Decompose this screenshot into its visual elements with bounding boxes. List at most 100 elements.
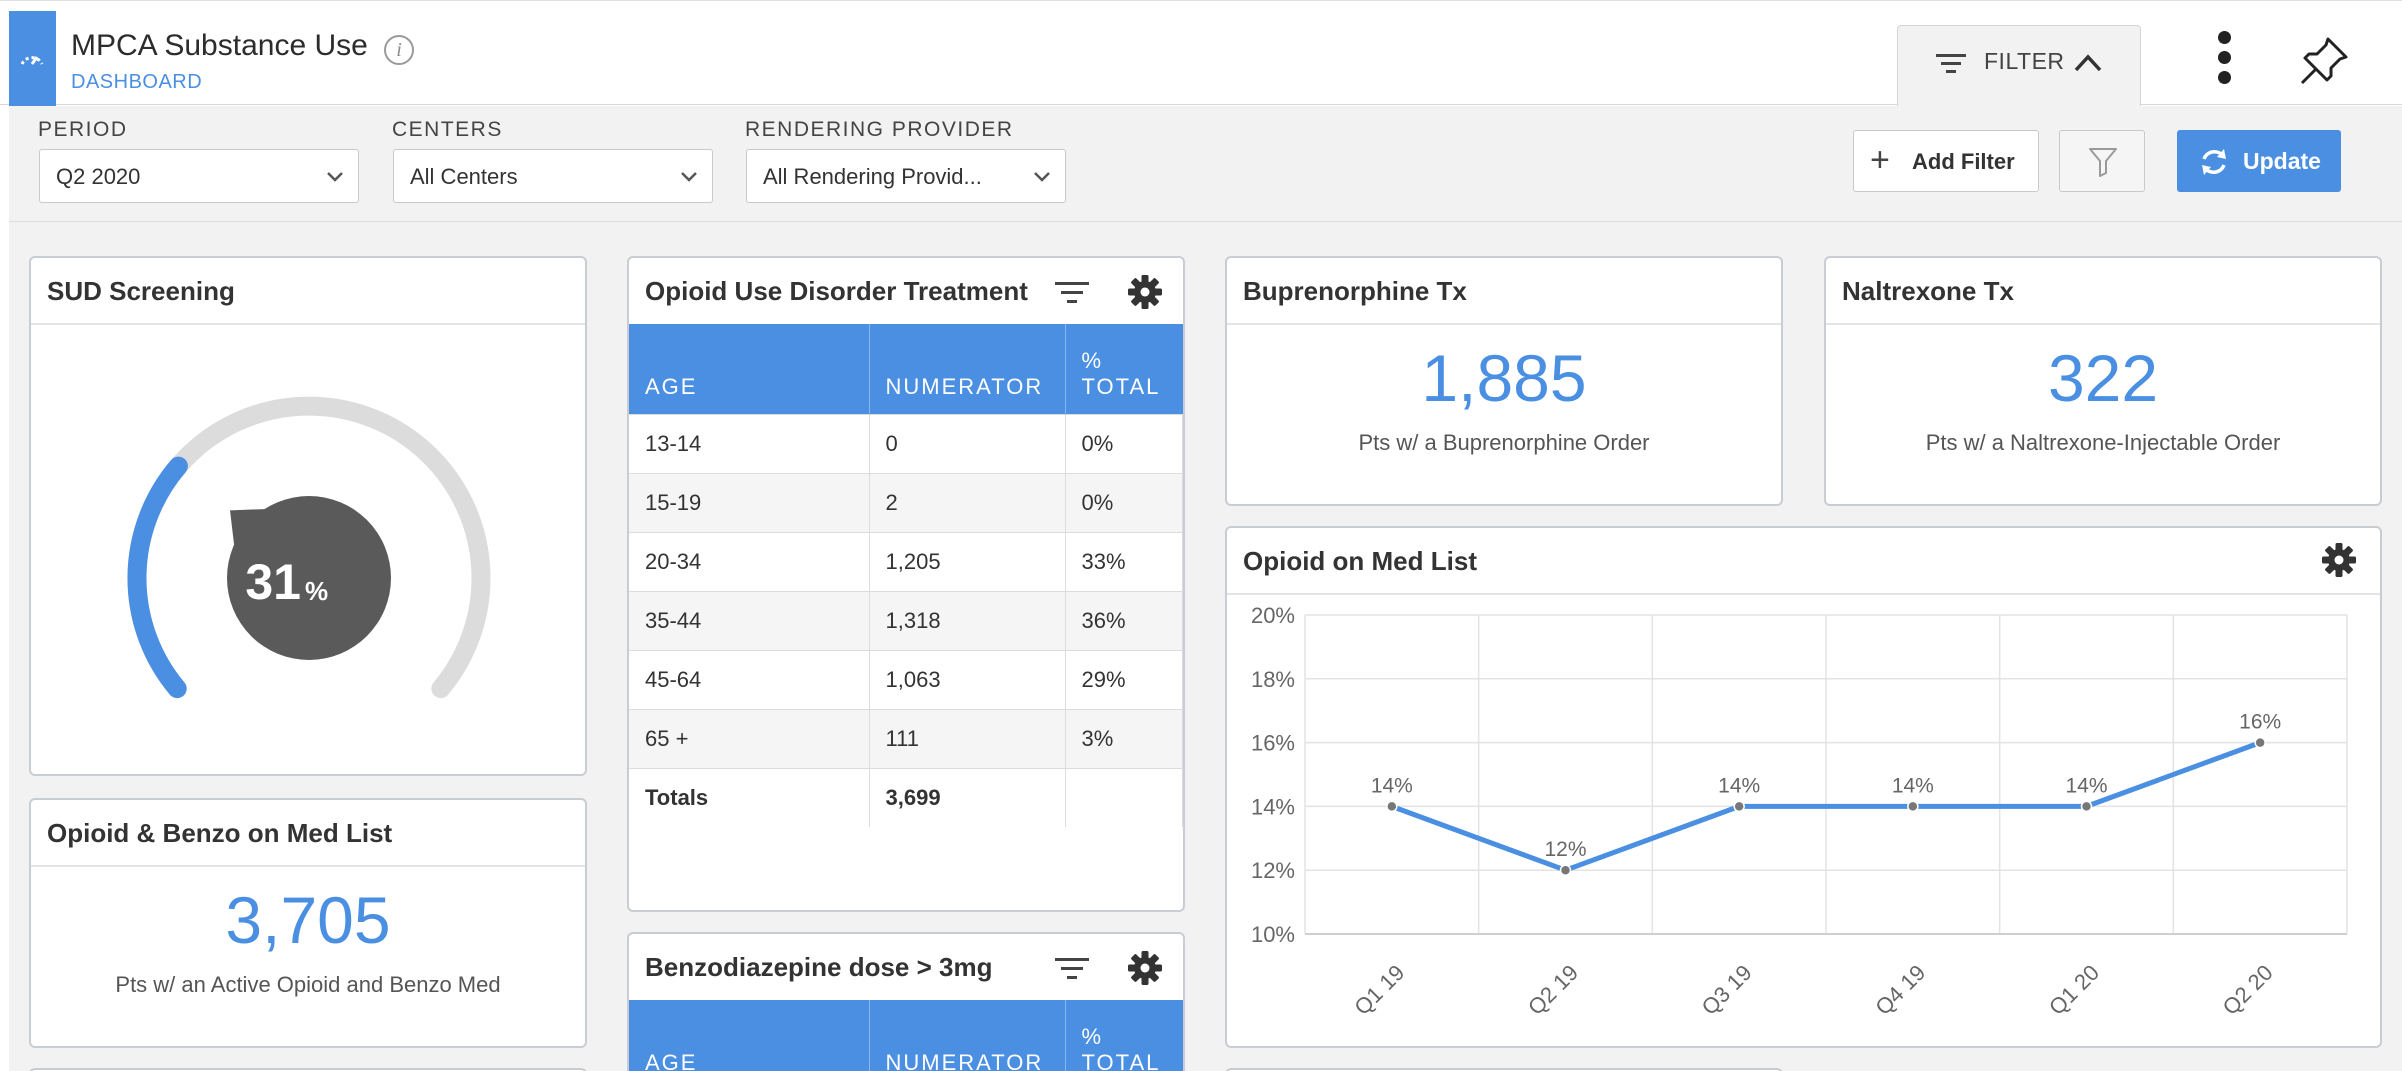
col-age: AGE: [629, 324, 870, 414]
x-tick-label: Q2 20: [2218, 960, 2278, 1020]
oud-table: AGE NUMERATOR % TOTAL 13-14 0 0% 15-19 2 0% 2…: [629, 324, 1183, 827]
table-row: 45-64 1,063 29%: [629, 649, 1183, 709]
data-label: 14%: [1892, 774, 1934, 797]
cell-totals-label: Totals: [629, 767, 870, 827]
col-percent-total: % TOTAL: [1065, 1000, 1183, 1071]
y-tick-label: 10%: [1251, 922, 1295, 947]
benzo-dose-card: Benzodiazepine dose > 3mg AGE NUMERATOR: [627, 932, 1185, 1071]
filter-lines-icon: [1936, 54, 1966, 73]
cell-percent: 33%: [1065, 531, 1183, 591]
data-label: 14%: [1718, 774, 1760, 797]
chevron-up-icon: [2074, 54, 2102, 72]
buprenorphine-value: 1,885: [1421, 341, 1587, 415]
col-percent-symbol: %: [1081, 1024, 1104, 1049]
opioid-med-list-chart: 20% 18% 16% 14% 12% 10% 14% 12% 14% 14% 14% 16% Q1 1…: [1251, 603, 2348, 1020]
filter-bar: PERIOD Q2 2020 CENTERS All Centers RENDE…: [9, 106, 2402, 222]
table-row: 35-44 1,318 36%: [629, 590, 1183, 650]
filter-toggle-tab[interactable]: FILTER: [1897, 25, 2141, 107]
funnel-filter-button[interactable]: [2059, 130, 2145, 192]
gear-icon[interactable]: [1127, 274, 1163, 310]
buprenorphine-caption: Pts w/ a Buprenorphine Order: [1358, 430, 1650, 455]
gauge-value: 31: [245, 554, 301, 610]
x-tick-label: Q1 19: [1349, 960, 1409, 1020]
chevron-down-icon: [681, 172, 697, 182]
kebab-menu-icon[interactable]: [2214, 31, 2234, 87]
provider-select[interactable]: All Rendering Provid...: [746, 149, 1066, 203]
provider-label: RENDERING PROVIDER: [745, 118, 1014, 141]
cell-percent: 3%: [1065, 708, 1183, 768]
centers-select[interactable]: All Centers: [393, 149, 713, 203]
cell-percent: 29%: [1065, 649, 1183, 709]
data-point: [1733, 800, 1745, 813]
card-title: SUD Screening: [47, 276, 235, 306]
funnel-icon: [2089, 148, 2117, 177]
page-subtitle[interactable]: DASHBOARD: [71, 71, 202, 94]
centers-label: CENTERS: [392, 118, 503, 141]
dashboard-content: SUD Screening 31 % Opioid & Benzo on Med…: [9, 222, 2402, 1071]
cell-age: 20-34: [629, 531, 870, 591]
naltrexone-card: Naltrexone Tx 322 Pts w/ a Naltrexone-In…: [1824, 256, 2382, 506]
sud-screening-card: SUD Screening 31 %: [29, 256, 587, 776]
col-percent-total: % TOTAL: [1065, 324, 1183, 414]
filter-tab-label: FILTER: [1984, 48, 2065, 74]
filter-lines-icon[interactable]: [1053, 954, 1091, 984]
data-point: [1907, 800, 1919, 813]
table-row: 13-14 0 0%: [629, 413, 1183, 473]
cell-age: 35-44: [629, 590, 870, 650]
chevron-down-icon: [327, 172, 343, 182]
card-title: Buprenorphine Tx: [1243, 276, 1467, 306]
update-button[interactable]: Update: [2177, 130, 2341, 192]
filter-lines-icon[interactable]: [1053, 278, 1091, 308]
table-row: 65 +111 3%: [629, 708, 1183, 768]
app-header: MPCA Substance Use i DASHBOARD FILTER: [0, 0, 2402, 107]
data-point: [1559, 864, 1572, 876]
x-tick-label: Q3 19: [1697, 960, 1757, 1020]
card-title: Naltrexone Tx: [1842, 276, 2014, 306]
naltrexone-value: 322: [2047, 341, 2159, 415]
info-icon[interactable]: i: [384, 35, 414, 65]
col-total: TOTAL: [1081, 373, 1161, 399]
x-tick-label: Q2 19: [1523, 960, 1583, 1020]
cell-age: 45-64: [629, 649, 870, 709]
x-tick-label: Q1 20: [2044, 960, 2104, 1020]
card-title: Benzodiazepine dose > 3mg: [645, 952, 993, 982]
update-label: Update: [2243, 148, 2321, 174]
cell-numerator: 1,318: [869, 590, 1066, 650]
naltrexone-caption: Pts w/ a Naltrexone-Injectable Order: [1925, 430, 2281, 455]
col-age: AGE: [629, 1000, 870, 1071]
buprenorphine-card: Buprenorphine Tx 1,885 Pts w/ a Buprenor…: [1225, 256, 1783, 506]
period-select[interactable]: Q2 2020: [39, 149, 359, 203]
gear-icon[interactable]: [2321, 542, 2357, 578]
col-total: TOTAL: [1081, 1050, 1161, 1071]
app-logo[interactable]: [9, 11, 56, 106]
refresh-icon: [2202, 149, 2226, 175]
add-filter-button[interactable]: + Add Filter: [1853, 130, 2039, 192]
card-title: Opioid Use Disorder Treatment: [645, 276, 1028, 306]
cell-numerator: 1,063: [869, 649, 1066, 709]
pin-icon[interactable]: [2298, 35, 2350, 87]
gauge-fill: [127, 456, 188, 699]
cell-percent: 0%: [1065, 413, 1183, 473]
benzo-table: AGE NUMERATOR % TOTAL: [629, 1000, 1183, 1071]
gear-icon[interactable]: [1127, 950, 1163, 986]
centers-value: All Centers: [410, 164, 518, 189]
card-title: Opioid on Med List: [1243, 546, 1477, 576]
y-tick-label: 14%: [1251, 794, 1295, 819]
table-row: 15-19 2 0%: [629, 472, 1183, 532]
table-row: 20-34 1,205 33%: [629, 531, 1183, 591]
opioid-benzo-value: 3,705: [225, 883, 391, 957]
card-title: Opioid & Benzo on Med List: [47, 818, 393, 848]
data-label: 14%: [2065, 774, 2107, 797]
cell-age: 65 +: [629, 708, 870, 768]
chevron-down-icon: [1034, 172, 1050, 182]
cell-age: 13-14: [629, 413, 870, 473]
period-value: Q2 2020: [56, 164, 141, 189]
cell-percent: 36%: [1065, 590, 1183, 650]
cell-numerator: 111: [869, 708, 1066, 768]
data-point: [2080, 800, 2093, 813]
oud-treatment-card: Opioid Use Disorder Treatment AGE NUMERA…: [627, 256, 1185, 912]
cell-percent: 0%: [1065, 472, 1183, 532]
cell-age: 15-19: [629, 472, 870, 532]
add-filter-label: Add Filter: [1912, 149, 2015, 174]
col-numerator: NUMERATOR: [869, 324, 1066, 414]
